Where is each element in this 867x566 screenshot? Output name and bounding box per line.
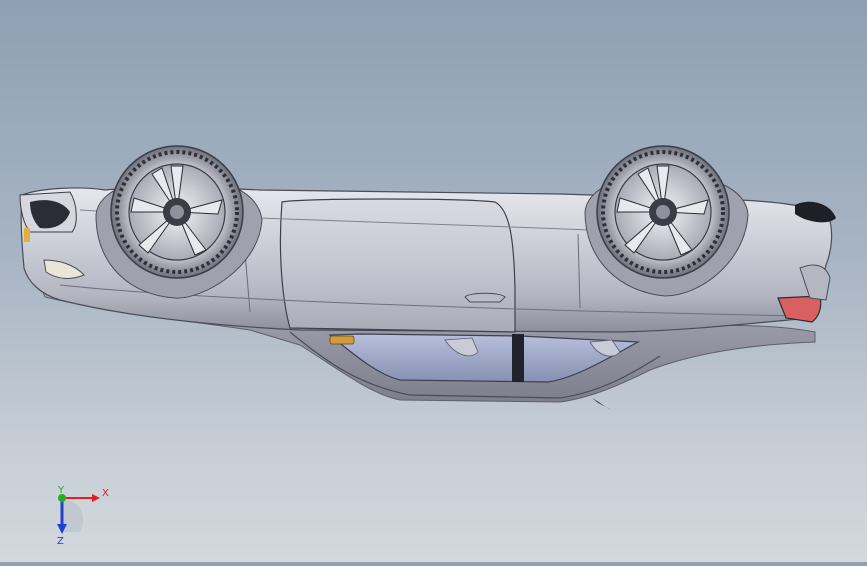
car-door-handle	[464, 292, 506, 303]
car-model[interactable]	[0, 0, 867, 562]
car-antenna-fin	[592, 398, 612, 410]
car-b-pillar	[512, 334, 524, 382]
car-wheel-front	[110, 145, 244, 279]
car-wheel-rear	[596, 145, 730, 279]
x-axis-label: X	[102, 488, 109, 499]
axis-triad: X Y Z	[40, 480, 120, 550]
car-door-panel	[279, 198, 516, 333]
car-side-marker	[329, 335, 355, 345]
y-axis-label: Y	[57, 485, 65, 496]
z-axis-label: Z	[57, 536, 64, 547]
graphics-viewport[interactable]	[0, 0, 867, 562]
car-front-marker	[24, 228, 30, 242]
x-axis-arrow	[92, 494, 100, 502]
